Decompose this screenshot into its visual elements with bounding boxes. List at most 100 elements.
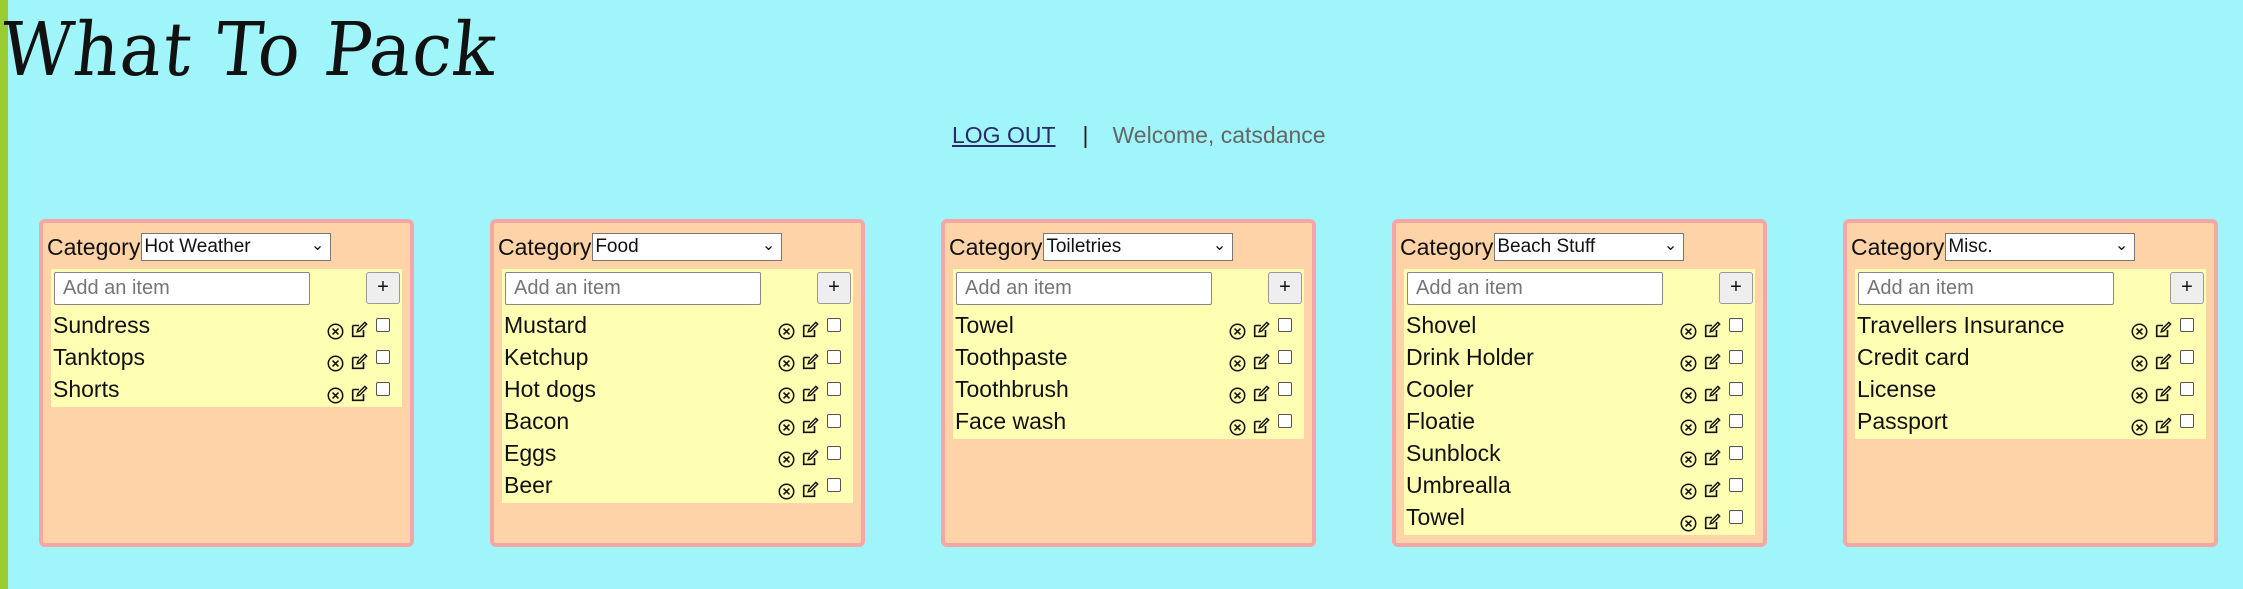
packed-checkbox[interactable] [1278, 318, 1292, 332]
add-item-button[interactable]: + [1268, 272, 1302, 304]
packed-checkbox[interactable] [2180, 414, 2194, 428]
edit-icon[interactable] [1252, 347, 1270, 370]
item-label: Towel [1406, 504, 1465, 530]
category-select[interactable]: Hot Weather ⌄ [141, 233, 332, 261]
delete-circle-x-icon[interactable] [1680, 316, 1697, 340]
edit-icon[interactable] [1703, 475, 1721, 498]
packed-checkbox[interactable] [2180, 350, 2194, 364]
delete-circle-x-icon[interactable] [327, 380, 344, 404]
packed-checkbox[interactable] [1278, 350, 1292, 364]
edit-icon[interactable] [2154, 347, 2172, 370]
delete-circle-x-icon[interactable] [778, 380, 795, 404]
packed-checkbox[interactable] [2180, 318, 2194, 332]
delete-circle-x-icon[interactable] [2131, 316, 2148, 340]
delete-circle-x-icon[interactable] [1680, 348, 1697, 372]
packed-checkbox[interactable] [827, 350, 841, 364]
edit-icon[interactable] [1252, 379, 1270, 402]
packed-checkbox[interactable] [827, 478, 841, 492]
delete-circle-x-icon[interactable] [1680, 476, 1697, 500]
delete-circle-x-icon[interactable] [2131, 348, 2148, 372]
add-item-input[interactable] [1858, 272, 2114, 305]
delete-circle-x-icon[interactable] [327, 348, 344, 372]
packed-checkbox[interactable] [827, 414, 841, 428]
delete-circle-x-icon[interactable] [778, 348, 795, 372]
packed-checkbox[interactable] [376, 350, 390, 364]
delete-circle-x-icon[interactable] [2131, 380, 2148, 404]
edit-icon[interactable] [801, 443, 819, 466]
packed-checkbox[interactable] [1729, 478, 1743, 492]
category-select[interactable]: Toiletries ⌄ [1043, 233, 1234, 261]
category-select[interactable]: Food ⌄ [592, 233, 783, 261]
add-item-row: + [1855, 269, 2206, 309]
category-select[interactable]: Beach Stuff ⌄ [1494, 233, 1685, 261]
add-item-input[interactable] [1407, 272, 1663, 305]
add-item-input[interactable] [956, 272, 1212, 305]
edit-icon[interactable] [350, 379, 368, 402]
delete-circle-x-icon[interactable] [778, 316, 795, 340]
packed-checkbox[interactable] [827, 318, 841, 332]
add-item-button[interactable]: + [2170, 272, 2204, 304]
delete-circle-x-icon[interactable] [1229, 348, 1246, 372]
edit-icon[interactable] [801, 411, 819, 434]
category-selected-value: Misc. [1948, 236, 1993, 257]
delete-circle-x-icon[interactable] [327, 316, 344, 340]
packed-checkbox[interactable] [1729, 350, 1743, 364]
edit-icon[interactable] [2154, 315, 2172, 338]
delete-circle-x-icon[interactable] [778, 476, 795, 500]
packed-checkbox[interactable] [827, 446, 841, 460]
list-item: Face wash [953, 405, 1304, 437]
edit-icon[interactable] [2154, 379, 2172, 402]
delete-circle-x-icon[interactable] [2131, 412, 2148, 436]
category-label: Category [1400, 233, 1494, 260]
edit-icon[interactable] [1703, 507, 1721, 530]
delete-circle-x-icon[interactable] [1229, 316, 1246, 340]
packed-checkbox[interactable] [1729, 318, 1743, 332]
delete-circle-x-icon[interactable] [1680, 508, 1697, 532]
packed-checkbox[interactable] [2180, 382, 2194, 396]
packed-checkbox[interactable] [1729, 382, 1743, 396]
edit-icon[interactable] [1703, 443, 1721, 466]
packed-checkbox[interactable] [376, 382, 390, 396]
packed-checkbox[interactable] [1729, 510, 1743, 524]
edit-icon[interactable] [1703, 347, 1721, 370]
edit-icon[interactable] [801, 379, 819, 402]
packed-checkbox[interactable] [1278, 382, 1292, 396]
item-label: Face wash [955, 408, 1067, 434]
category-select[interactable]: Misc. ⌄ [1945, 233, 2136, 261]
edit-icon[interactable] [801, 347, 819, 370]
add-item-input[interactable] [505, 272, 761, 305]
packed-checkbox[interactable] [1729, 414, 1743, 428]
logout-link[interactable]: LOG OUT [952, 122, 1056, 149]
packed-checkbox[interactable] [1278, 414, 1292, 428]
category-row: Category Food ⌄ [498, 233, 783, 261]
add-item-button[interactable]: + [1719, 272, 1753, 304]
add-item-input[interactable] [54, 272, 310, 305]
delete-circle-x-icon[interactable] [1229, 380, 1246, 404]
delete-circle-x-icon[interactable] [778, 444, 795, 468]
item-label: Travellers Insurance [1857, 312, 2065, 338]
edit-icon[interactable] [1252, 315, 1270, 338]
delete-circle-x-icon[interactable] [1680, 412, 1697, 436]
edit-icon[interactable] [1703, 411, 1721, 434]
category-card: Category Food ⌄ + Mustard Ketchup Hot do… [490, 219, 865, 547]
packed-checkbox[interactable] [376, 318, 390, 332]
category-label: Category [1851, 233, 1945, 260]
delete-circle-x-icon[interactable] [778, 412, 795, 436]
delete-circle-x-icon[interactable] [1680, 380, 1697, 404]
edit-icon[interactable] [350, 347, 368, 370]
edit-icon[interactable] [2154, 411, 2172, 434]
packed-checkbox[interactable] [827, 382, 841, 396]
edit-icon[interactable] [1703, 315, 1721, 338]
edit-icon[interactable] [1703, 379, 1721, 402]
packed-checkbox[interactable] [1729, 446, 1743, 460]
delete-circle-x-icon[interactable] [1680, 444, 1697, 468]
category-selected-value: Food [595, 236, 639, 257]
edit-icon[interactable] [801, 475, 819, 498]
edit-icon[interactable] [1252, 411, 1270, 434]
delete-circle-x-icon[interactable] [1229, 412, 1246, 436]
edit-icon[interactable] [801, 315, 819, 338]
edit-icon[interactable] [350, 315, 368, 338]
add-item-button[interactable]: + [817, 272, 851, 304]
add-item-button[interactable]: + [366, 272, 400, 304]
add-item-row: + [953, 269, 1304, 309]
